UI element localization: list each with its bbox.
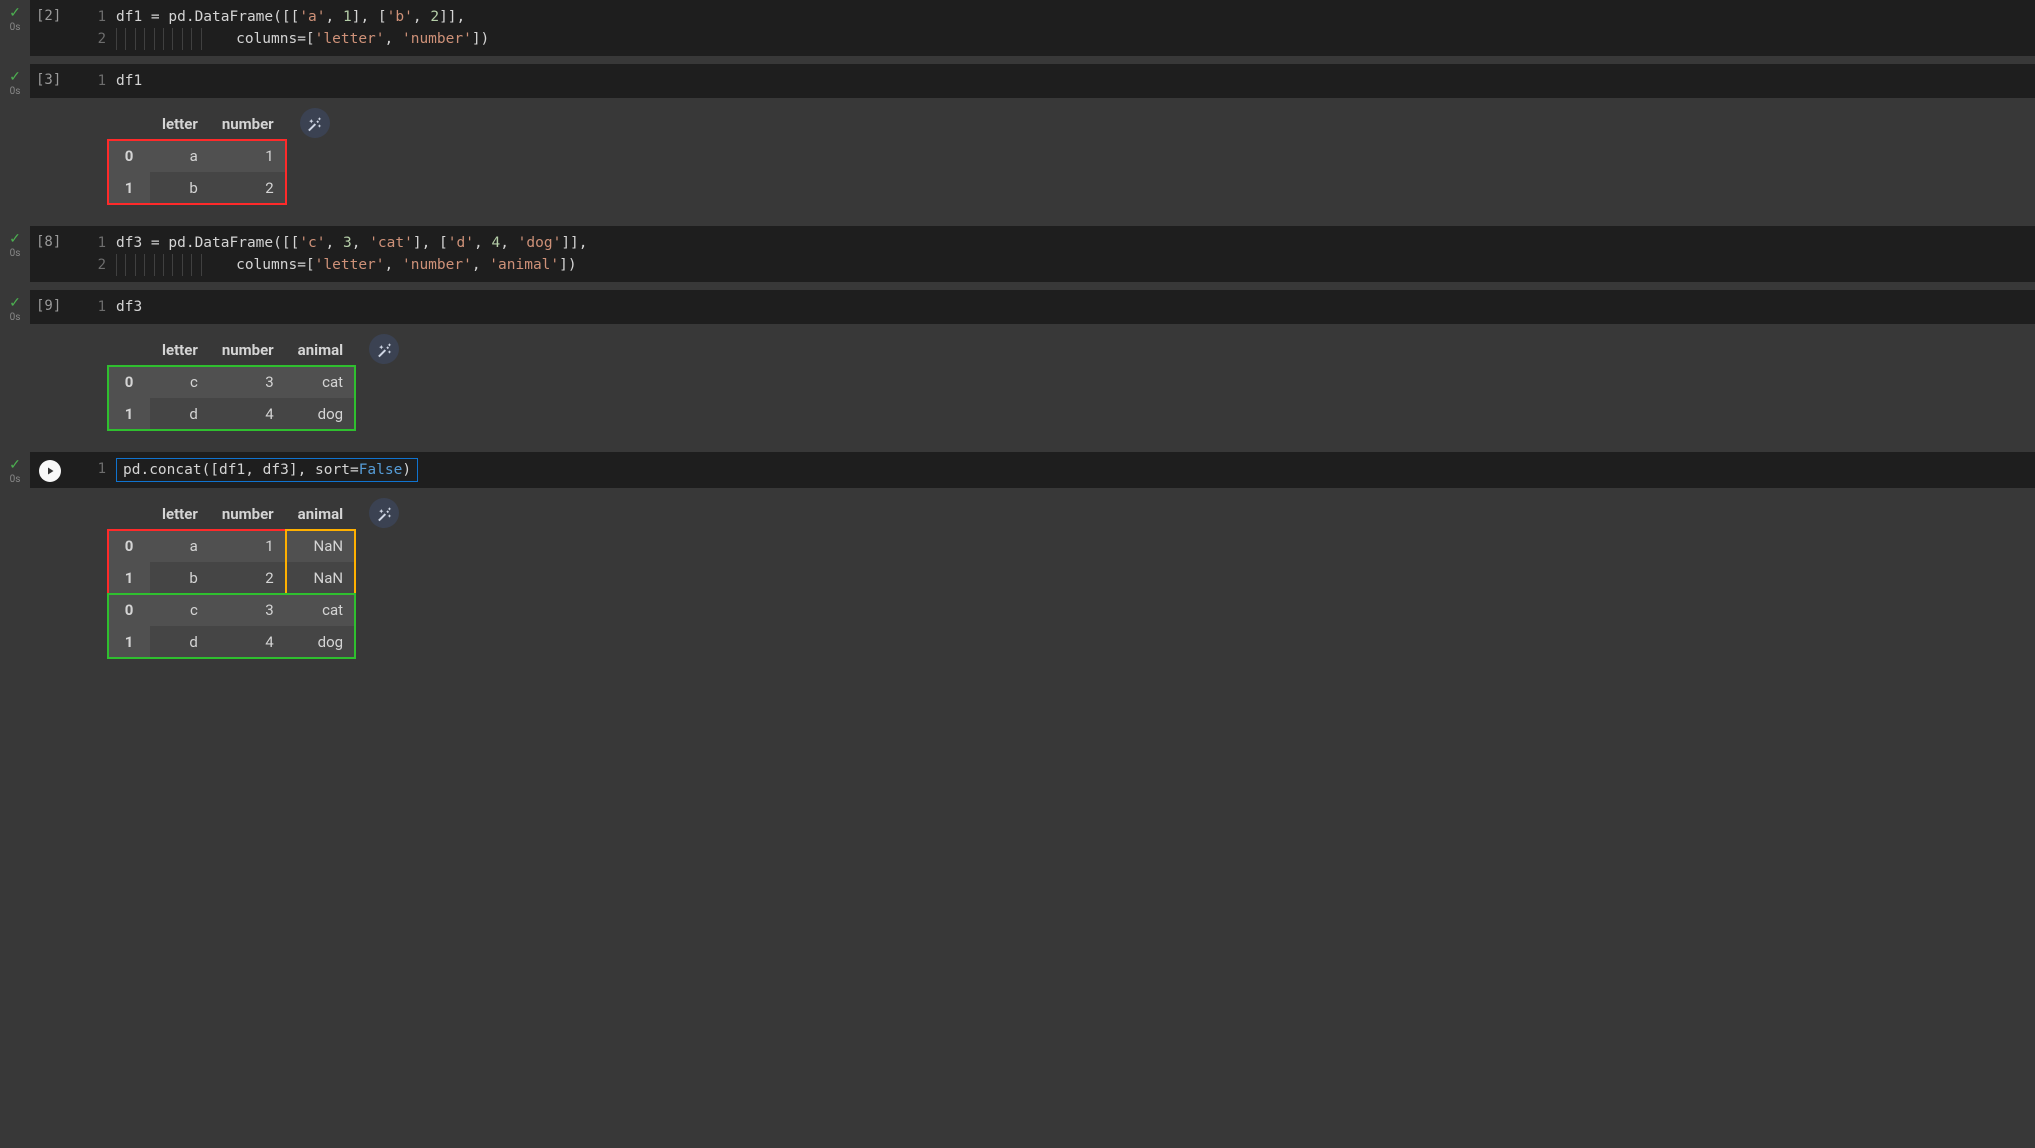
magic-wand-icon[interactable] bbox=[369, 334, 399, 364]
column-header: animal bbox=[286, 334, 355, 366]
code-cell: ✓0s[3]1df1letternumber0a11b2 bbox=[0, 64, 2035, 218]
table-row: 0a1NaN bbox=[108, 530, 355, 562]
code-input[interactable]: [3]1df1 bbox=[30, 64, 2035, 98]
cell-timing: 0s bbox=[0, 474, 30, 485]
row-index: 0 bbox=[108, 366, 150, 398]
code-input[interactable]: [8]12df3 = pd.DataFrame([['c', 3, 'cat']… bbox=[30, 226, 2035, 282]
table-row: 1d4dog bbox=[108, 626, 355, 658]
code-input[interactable]: 1pd.concat([df1, df3], sort=False) bbox=[30, 452, 2035, 488]
cell-status-gutter: ✓ 0s bbox=[0, 452, 30, 485]
cell-status-gutter: ✓ 0s bbox=[0, 290, 30, 323]
column-header: number bbox=[210, 108, 286, 140]
code-cell: ✓0s[8]12df3 = pd.DataFrame([['c', 3, 'ca… bbox=[0, 226, 2035, 282]
cell-output: letternumber0a11b2 bbox=[30, 98, 2035, 218]
line-numbers: 12 bbox=[82, 6, 116, 50]
code-cell: ✓0s1pd.concat([df1, df3], sort=False)let… bbox=[0, 452, 2035, 672]
column-header: number bbox=[210, 498, 286, 530]
magic-wand-icon[interactable] bbox=[369, 498, 399, 528]
cell-output: letternumberanimal0a1NaN1b2NaN0c3cat1d4d… bbox=[30, 488, 2035, 672]
code-text[interactable]: df3 bbox=[116, 296, 142, 318]
row-index: 1 bbox=[108, 562, 150, 594]
execution-count: [9] bbox=[36, 296, 82, 314]
cell-status-gutter: ✓ 0s bbox=[0, 0, 30, 33]
column-header: letter bbox=[150, 498, 210, 530]
code-text[interactable]: pd.concat([df1, df3], sort=False) bbox=[116, 458, 418, 482]
table-row: 0a1 bbox=[108, 140, 286, 172]
check-icon: ✓ bbox=[0, 458, 30, 472]
cell-timing: 0s bbox=[0, 22, 30, 33]
row-index: 0 bbox=[108, 530, 150, 562]
dataframe-table: letternumber0a11b2 bbox=[108, 108, 286, 204]
table-row: 1b2NaN bbox=[108, 562, 355, 594]
cell-status-gutter: ✓ 0s bbox=[0, 226, 30, 259]
code-cell: ✓0s[2]12df1 = pd.DataFrame([['a', 1], ['… bbox=[0, 0, 2035, 56]
line-numbers: 12 bbox=[82, 232, 116, 276]
column-header: letter bbox=[150, 334, 210, 366]
cell-timing: 0s bbox=[0, 312, 30, 323]
table-row: 0c3cat bbox=[108, 594, 355, 626]
column-header: letter bbox=[150, 108, 210, 140]
code-selection-box: pd.concat([df1, df3], sort=False) bbox=[116, 458, 418, 482]
cell-timing: 0s bbox=[0, 86, 30, 97]
dataframe-table: letternumberanimal0c3cat1d4dog bbox=[108, 334, 355, 430]
table-row: 1b2 bbox=[108, 172, 286, 204]
column-header: animal bbox=[286, 498, 355, 530]
code-text[interactable]: df3 = pd.DataFrame([['c', 3, 'cat'], ['d… bbox=[116, 232, 588, 276]
code-text[interactable]: df1 bbox=[116, 70, 142, 92]
row-index: 0 bbox=[108, 594, 150, 626]
code-text[interactable]: df1 = pd.DataFrame([['a', 1], ['b', 2]],… bbox=[116, 6, 489, 50]
line-numbers: 1 bbox=[82, 296, 116, 318]
code-input[interactable]: [9]1df3 bbox=[30, 290, 2035, 324]
code-cell: ✓0s[9]1df3letternumberanimal0c3cat1d4dog bbox=[0, 290, 2035, 444]
cell-timing: 0s bbox=[0, 248, 30, 259]
play-icon[interactable] bbox=[39, 460, 61, 482]
table-row: 0c3cat bbox=[108, 366, 355, 398]
code-input[interactable]: [2]12df1 = pd.DataFrame([['a', 1], ['b',… bbox=[30, 0, 2035, 56]
dataframe-table: letternumberanimal0a1NaN1b2NaN0c3cat1d4d… bbox=[108, 498, 355, 658]
magic-wand-icon[interactable] bbox=[300, 108, 330, 138]
cell-output: letternumberanimal0c3cat1d4dog bbox=[30, 324, 2035, 444]
check-icon: ✓ bbox=[0, 70, 30, 84]
line-numbers: 1 bbox=[82, 458, 116, 480]
check-icon: ✓ bbox=[0, 296, 30, 310]
row-index: 1 bbox=[108, 172, 150, 204]
notebook: ✓0s[2]12df1 = pd.DataFrame([['a', 1], ['… bbox=[0, 0, 2035, 672]
row-index: 1 bbox=[108, 626, 150, 658]
line-numbers: 1 bbox=[82, 70, 116, 92]
row-index: 1 bbox=[108, 398, 150, 430]
execution-count: [3] bbox=[36, 70, 82, 88]
check-icon: ✓ bbox=[0, 232, 30, 246]
execution-count: [2] bbox=[36, 6, 82, 24]
column-header: number bbox=[210, 334, 286, 366]
cell-status-gutter: ✓ 0s bbox=[0, 64, 30, 97]
run-cell-button[interactable] bbox=[36, 458, 82, 482]
check-icon: ✓ bbox=[0, 6, 30, 20]
row-index: 0 bbox=[108, 140, 150, 172]
table-row: 1d4dog bbox=[108, 398, 355, 430]
execution-count: [8] bbox=[36, 232, 82, 250]
